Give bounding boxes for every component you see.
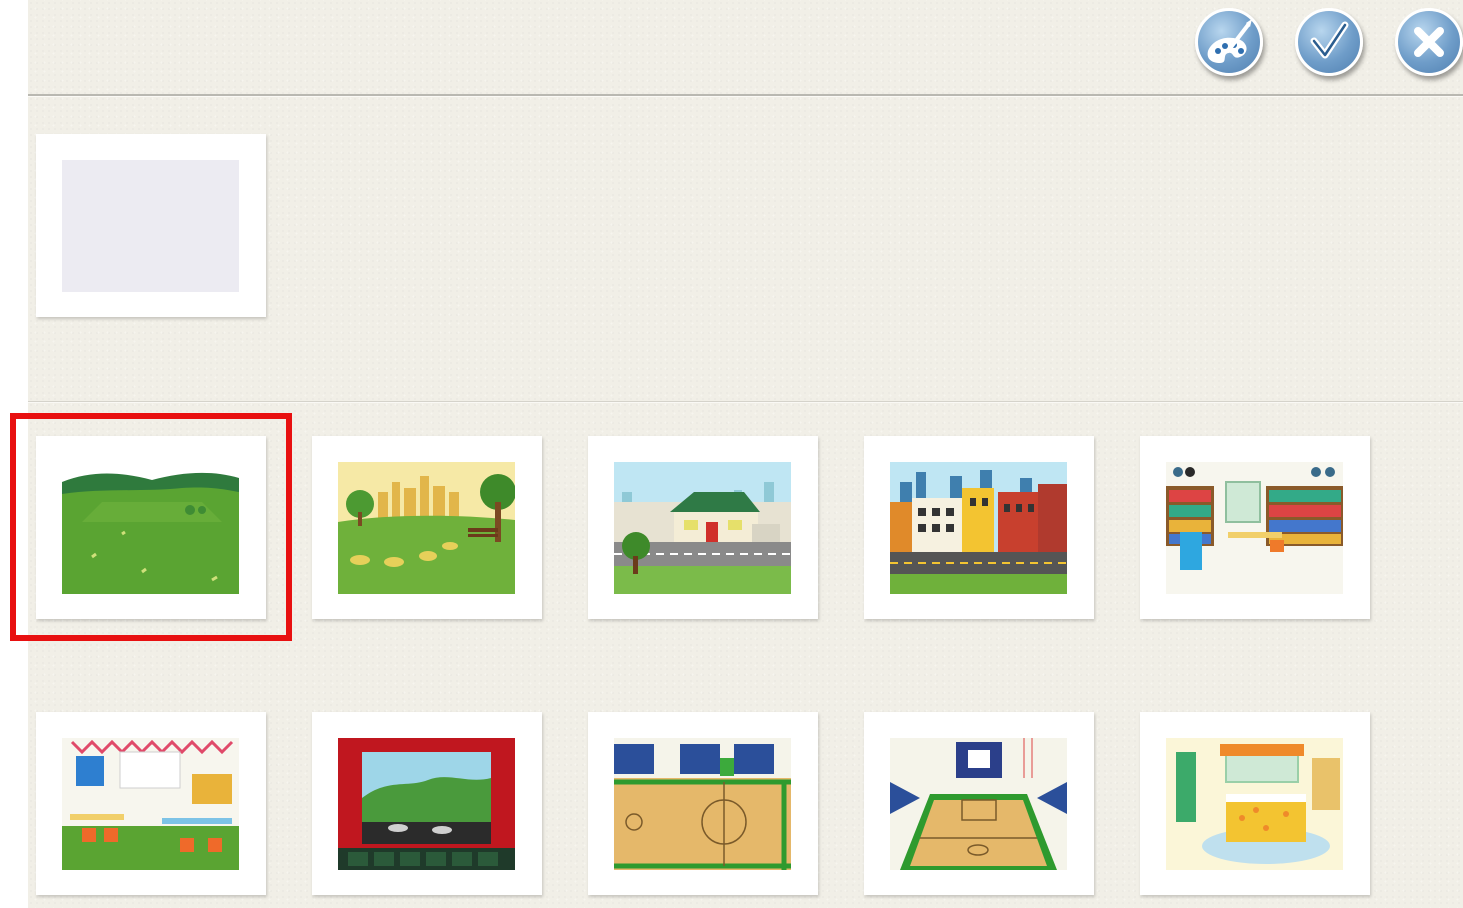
suburban-house-thumbnail [614, 462, 791, 594]
paint-button[interactable] [1195, 8, 1263, 76]
gym-court-thumbnail [890, 738, 1067, 870]
paintbrush-icon [1207, 19, 1252, 63]
gym-side-view-thumbnail [614, 738, 791, 870]
background-city-street[interactable] [864, 436, 1094, 619]
top-toolbar [28, 0, 1463, 96]
library-thumbnail [1166, 462, 1343, 594]
city-park-thumbnail [338, 462, 515, 594]
close-icon [1414, 27, 1444, 57]
background-bedroom[interactable] [1140, 712, 1370, 895]
background-library[interactable] [1140, 436, 1370, 619]
section-divider [28, 401, 1463, 402]
custom-background-card[interactable] [36, 134, 266, 317]
background-gym-side-view[interactable] [588, 712, 818, 895]
blank-canvas-icon [62, 160, 239, 292]
background-gym-court[interactable] [864, 712, 1094, 895]
background-meadow[interactable] [36, 436, 266, 619]
checkmark-icon [1310, 21, 1349, 59]
confirm-button[interactable] [1295, 8, 1363, 76]
close-button[interactable] [1395, 8, 1463, 76]
background-classroom[interactable] [36, 712, 266, 895]
city-street-thumbnail [890, 462, 1067, 594]
background-picker-screen [28, 0, 1463, 908]
background-city-park[interactable] [312, 436, 542, 619]
classroom-thumbnail [62, 738, 239, 870]
background-theater-stage[interactable] [312, 712, 542, 895]
bedroom-thumbnail [1166, 738, 1343, 870]
theater-stage-thumbnail [338, 738, 515, 870]
meadow-thumbnail [62, 462, 239, 594]
background-suburban-house[interactable] [588, 436, 818, 619]
